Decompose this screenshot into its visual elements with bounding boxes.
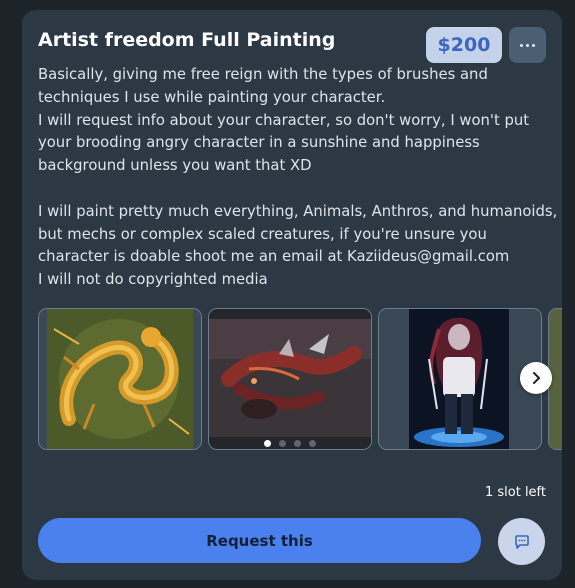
description-spacer (38, 178, 553, 201)
description-line: your brooding angry character in a sunsh… (38, 134, 480, 152)
price-badge: $200 (426, 27, 502, 63)
gallery-next-button[interactable] (520, 362, 552, 394)
commission-card: Artist freedom Full Painting $200 Basica… (22, 10, 562, 580)
description-line: techniques I use while painting your cha… (38, 88, 386, 106)
slots-left-label: 1 slot left (484, 485, 546, 500)
request-button[interactable]: Request this (38, 518, 481, 563)
gallery-dot[interactable] (279, 440, 286, 447)
description-line: but mechs or complex scaled creatures, i… (38, 225, 487, 243)
chat-icon (514, 534, 529, 549)
gallery-pagination (264, 440, 324, 447)
chat-button[interactable] (498, 518, 545, 565)
more-icon (519, 43, 537, 47)
description-line: I will not do copyrighted media (38, 271, 268, 289)
image-gallery (38, 308, 562, 452)
description-line: Basically, giving me free reign with the… (38, 66, 488, 83)
gallery-dot[interactable] (294, 440, 301, 447)
chevron-right-icon (533, 372, 540, 384)
gallery-image-golden-dragon[interactable] (38, 308, 202, 450)
description-line: I will request info about your character… (38, 111, 530, 129)
gallery-dot-active[interactable] (264, 440, 271, 447)
gallery-image-red-creature[interactable] (208, 308, 372, 450)
commission-description: Basically, giving me free reign with the… (38, 64, 558, 292)
gallery-image-dark-figure[interactable] (378, 308, 542, 450)
commission-title: Artist freedom Full Painting (38, 29, 336, 51)
more-options-button[interactable] (509, 27, 546, 63)
description-line: I will paint pretty much everything, Ani… (38, 202, 558, 220)
description-line: background unless you want that XD (38, 157, 312, 175)
gallery-dot[interactable] (309, 440, 316, 447)
description-line: character is doable shoot me an email at… (38, 248, 510, 266)
